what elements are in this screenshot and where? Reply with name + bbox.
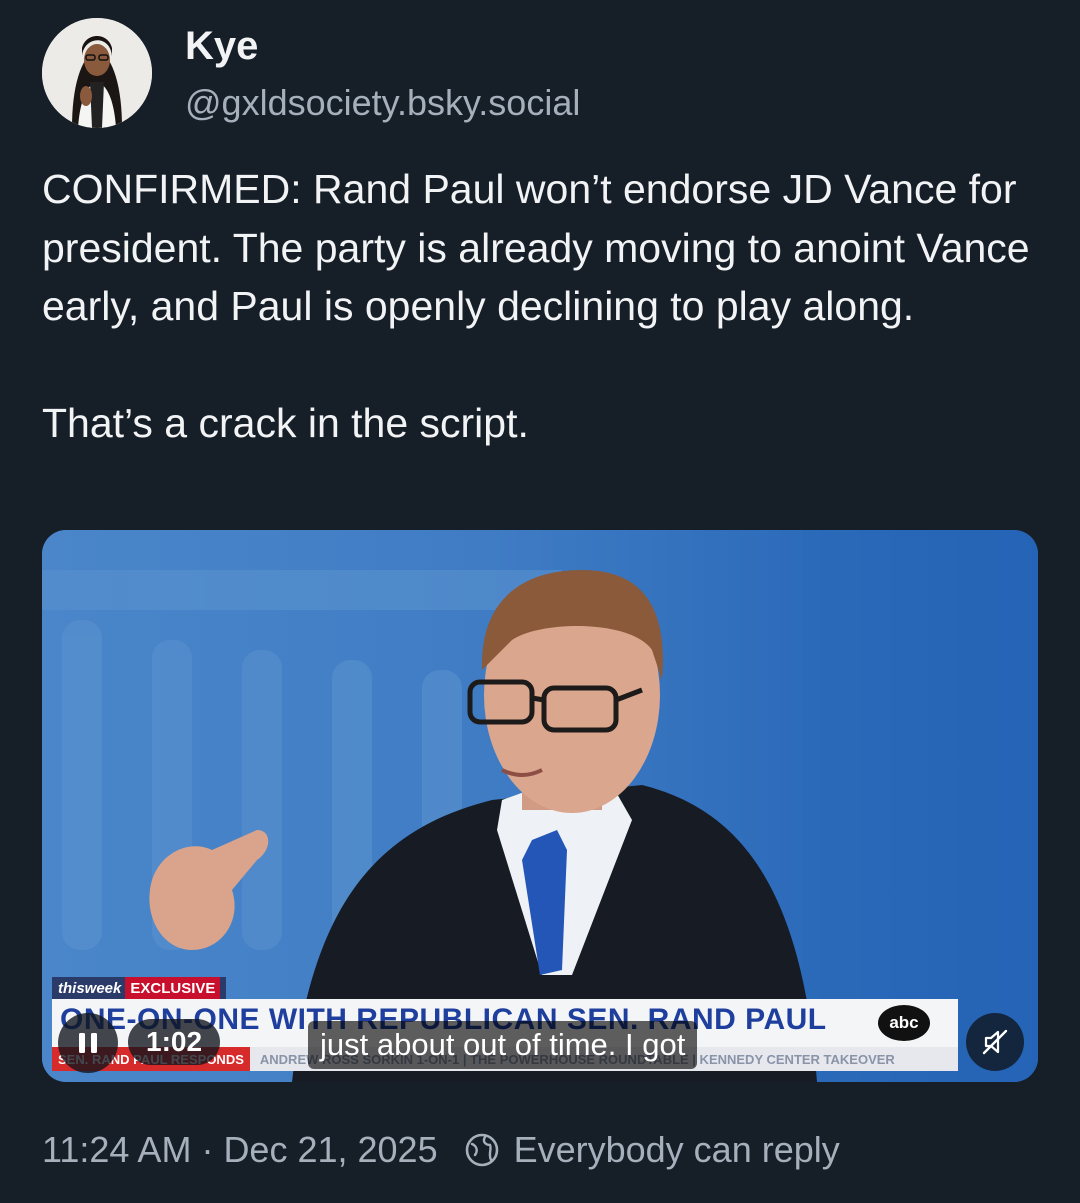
abc-logo: abc — [878, 1005, 930, 1041]
show-tag: thisweek EXCLUSIVE — [52, 977, 227, 999]
pause-icon — [79, 1033, 97, 1053]
avatar-image — [42, 18, 152, 128]
pause-button[interactable] — [58, 1013, 118, 1073]
handle[interactable]: @gxldsociety.bsky.social — [185, 82, 580, 124]
exclusive-label: EXCLUSIVE — [125, 977, 221, 999]
separator: · — [201, 1129, 214, 1170]
display-name[interactable]: Kye — [185, 24, 258, 69]
post-time: 11:24 AM — [42, 1129, 192, 1170]
post-text: CONFIRMED: Rand Paul won’t endorse JD Va… — [42, 160, 1042, 452]
mute-button[interactable] — [966, 1013, 1024, 1071]
post-date: Dec 21, 2025 — [223, 1129, 438, 1170]
post-paragraph: CONFIRMED: Rand Paul won’t endorse JD Va… — [42, 166, 1030, 329]
post-paragraph: That’s a crack in the script. — [42, 399, 529, 446]
post-footer: 11:24 AM · Dec 21, 2025 Everybody can re… — [42, 1128, 840, 1172]
post: Kye @gxldsociety.bsky.social CONFIRMED: … — [0, 0, 1080, 1203]
reply-setting[interactable]: Everybody can reply — [464, 1129, 840, 1171]
video-caption: just about out of time. I got — [308, 1021, 698, 1069]
video-time: 1:02 — [128, 1019, 221, 1065]
avatar[interactable] — [42, 18, 152, 128]
reply-setting-label: Everybody can reply — [513, 1129, 840, 1170]
muted-speaker-icon — [982, 1029, 1008, 1055]
show-name: thisweek — [58, 979, 122, 997]
globe-icon — [465, 1133, 498, 1167]
